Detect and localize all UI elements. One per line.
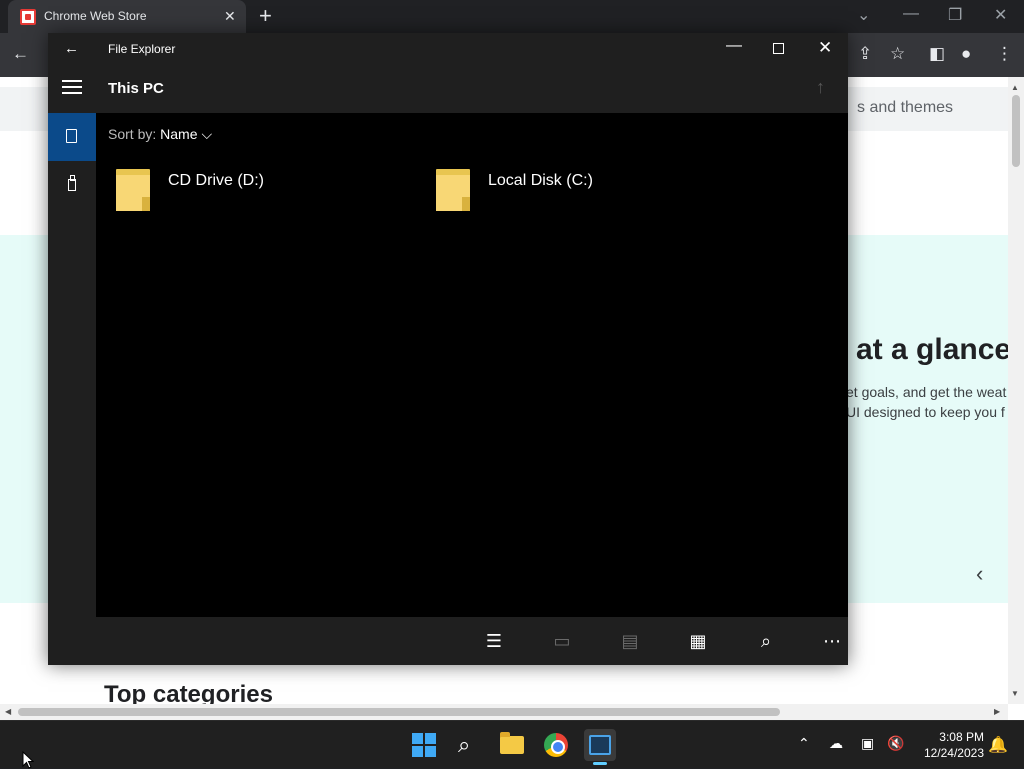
paste-icon: ▤ bbox=[621, 631, 639, 651]
rail-item-removable[interactable] bbox=[48, 161, 96, 209]
side-panel-icon[interactable]: ◧ bbox=[929, 43, 945, 65]
share-icon[interactable]: ⇪ bbox=[858, 43, 872, 65]
more-options-icon[interactable]: ⋯ bbox=[820, 629, 844, 653]
clock-date: 12/24/2023 bbox=[923, 746, 984, 760]
profile-icon[interactable]: ● bbox=[961, 43, 971, 65]
volume-muted-icon[interactable]: 🔇 bbox=[887, 735, 904, 752]
view-grid-icon[interactable]: ▦ bbox=[686, 629, 710, 653]
hero-text: et goals, and get the weat bbox=[846, 384, 1007, 400]
file-explorer-window: ← File Explorer — ✕ This PC ↑ Sort by: N… bbox=[48, 33, 848, 665]
show-hidden-icons-icon[interactable]: ⌃ bbox=[798, 735, 810, 752]
chrome-icon bbox=[544, 733, 568, 757]
search-icon[interactable]: ⌕ bbox=[754, 629, 778, 653]
location-header: This PC ↑ bbox=[48, 65, 848, 113]
file-explorer-titlebar[interactable]: ← File Explorer — ✕ bbox=[48, 33, 848, 65]
bookmark-star-icon[interactable]: ☆ bbox=[890, 43, 905, 65]
mouse-cursor-icon bbox=[22, 751, 34, 769]
tab-search-icon[interactable]: ⌄ bbox=[857, 5, 870, 25]
taskbar-file-explorer[interactable] bbox=[496, 729, 528, 761]
onedrive-icon[interactable]: ☁ bbox=[829, 735, 843, 752]
file-explorer-icon bbox=[589, 735, 611, 755]
minimize-icon[interactable]: — bbox=[903, 5, 919, 23]
hero-title: at a glance bbox=[856, 333, 1008, 366]
scroll-up-icon[interactable]: ▲ bbox=[1011, 83, 1019, 92]
new-item-icon: ▭ bbox=[553, 631, 571, 651]
back-arrow-icon[interactable]: ← bbox=[64, 40, 79, 57]
new-tab-button[interactable]: + bbox=[259, 5, 272, 27]
sort-label: Sort by: bbox=[108, 126, 157, 142]
close-icon[interactable]: ✕ bbox=[818, 38, 832, 58]
tab-chrome-web-store[interactable]: Chrome Web Store ✕ bbox=[8, 0, 246, 33]
horizontal-scroll-thumb[interactable] bbox=[18, 708, 780, 716]
maximize-icon[interactable] bbox=[773, 43, 784, 54]
drive-label: CD Drive (D:) bbox=[168, 172, 264, 189]
taskbar-file-explorer-app[interactable] bbox=[584, 729, 616, 765]
search-button[interactable]: ⌕ bbox=[452, 729, 484, 761]
window-title: File Explorer bbox=[108, 42, 176, 56]
vertical-scroll-thumb[interactable] bbox=[1012, 95, 1020, 167]
hamburger-menu-icon[interactable] bbox=[62, 80, 82, 96]
windows-logo-icon bbox=[412, 733, 436, 757]
back-button[interactable]: ← bbox=[12, 43, 29, 65]
drive-label: Local Disk (C:) bbox=[488, 172, 593, 189]
category-strip-text[interactable]: s and themes bbox=[857, 99, 953, 117]
web-store-favicon-icon bbox=[20, 9, 36, 25]
sort-dropdown[interactable]: Sort by: Name ⌵ bbox=[108, 126, 212, 143]
scroll-right-icon[interactable]: ▶ bbox=[994, 707, 1000, 716]
folder-icon bbox=[116, 169, 150, 211]
horizontal-scrollbar[interactable]: ◀ ▶ bbox=[0, 704, 1008, 720]
file-list: Sort by: Name ⌵ CD Drive (D:) Local Disk … bbox=[96, 113, 848, 617]
rail-item-this-pc[interactable] bbox=[48, 113, 96, 161]
close-window-icon[interactable]: ✕ bbox=[994, 5, 1007, 25]
device-icon bbox=[66, 129, 77, 143]
scroll-down-icon[interactable]: ▼ bbox=[1011, 689, 1019, 698]
start-button[interactable] bbox=[408, 729, 440, 761]
network-icon[interactable]: ▣ bbox=[861, 735, 874, 752]
tab-strip: Chrome Web Store ✕ + ⌄ — ❐ ✕ bbox=[0, 0, 1024, 33]
system-clock[interactable]: 3:08 PM 12/24/2023 bbox=[912, 729, 984, 761]
carousel-prev-icon[interactable]: ‹ bbox=[976, 561, 983, 587]
taskbar: ⌕ ⌃ ☁ ▣ 🔇 3:08 PM 12/24/2023 🔔 bbox=[0, 720, 1024, 768]
minimize-icon[interactable]: — bbox=[726, 37, 742, 55]
location-title: This PC bbox=[108, 80, 164, 97]
usb-drive-icon bbox=[68, 175, 76, 191]
hero-text: UI designed to keep you f bbox=[846, 404, 1005, 420]
vertical-scrollbar[interactable]: ▲ ▼ bbox=[1008, 77, 1024, 704]
up-arrow-icon[interactable]: ↑ bbox=[816, 77, 825, 98]
scroll-left-icon[interactable]: ◀ bbox=[5, 707, 11, 716]
tab-title: Chrome Web Store bbox=[44, 9, 147, 23]
clock-time: 3:08 PM bbox=[939, 730, 984, 744]
navigation-rail bbox=[48, 113, 96, 665]
tab-close-icon[interactable]: ✕ bbox=[224, 8, 236, 24]
menu-kebab-icon[interactable]: ⋮ bbox=[996, 43, 1013, 65]
taskbar-chrome[interactable] bbox=[540, 729, 572, 761]
select-list-icon[interactable]: ☰ bbox=[482, 629, 506, 653]
sort-value: Name bbox=[160, 126, 198, 142]
restore-icon[interactable]: ❐ bbox=[948, 5, 962, 25]
notification-bell-icon[interactable]: 🔔 bbox=[988, 735, 1008, 755]
search-icon: ⌕ bbox=[458, 732, 471, 757]
section-title: Top categories bbox=[104, 681, 273, 704]
command-bar: ☰ ▭ ▤ ▦ ⌕ ⋯ bbox=[96, 617, 848, 665]
folder-icon bbox=[500, 732, 524, 754]
folder-icon bbox=[436, 169, 470, 211]
chevron-down-icon: ⌵ bbox=[201, 126, 213, 142]
